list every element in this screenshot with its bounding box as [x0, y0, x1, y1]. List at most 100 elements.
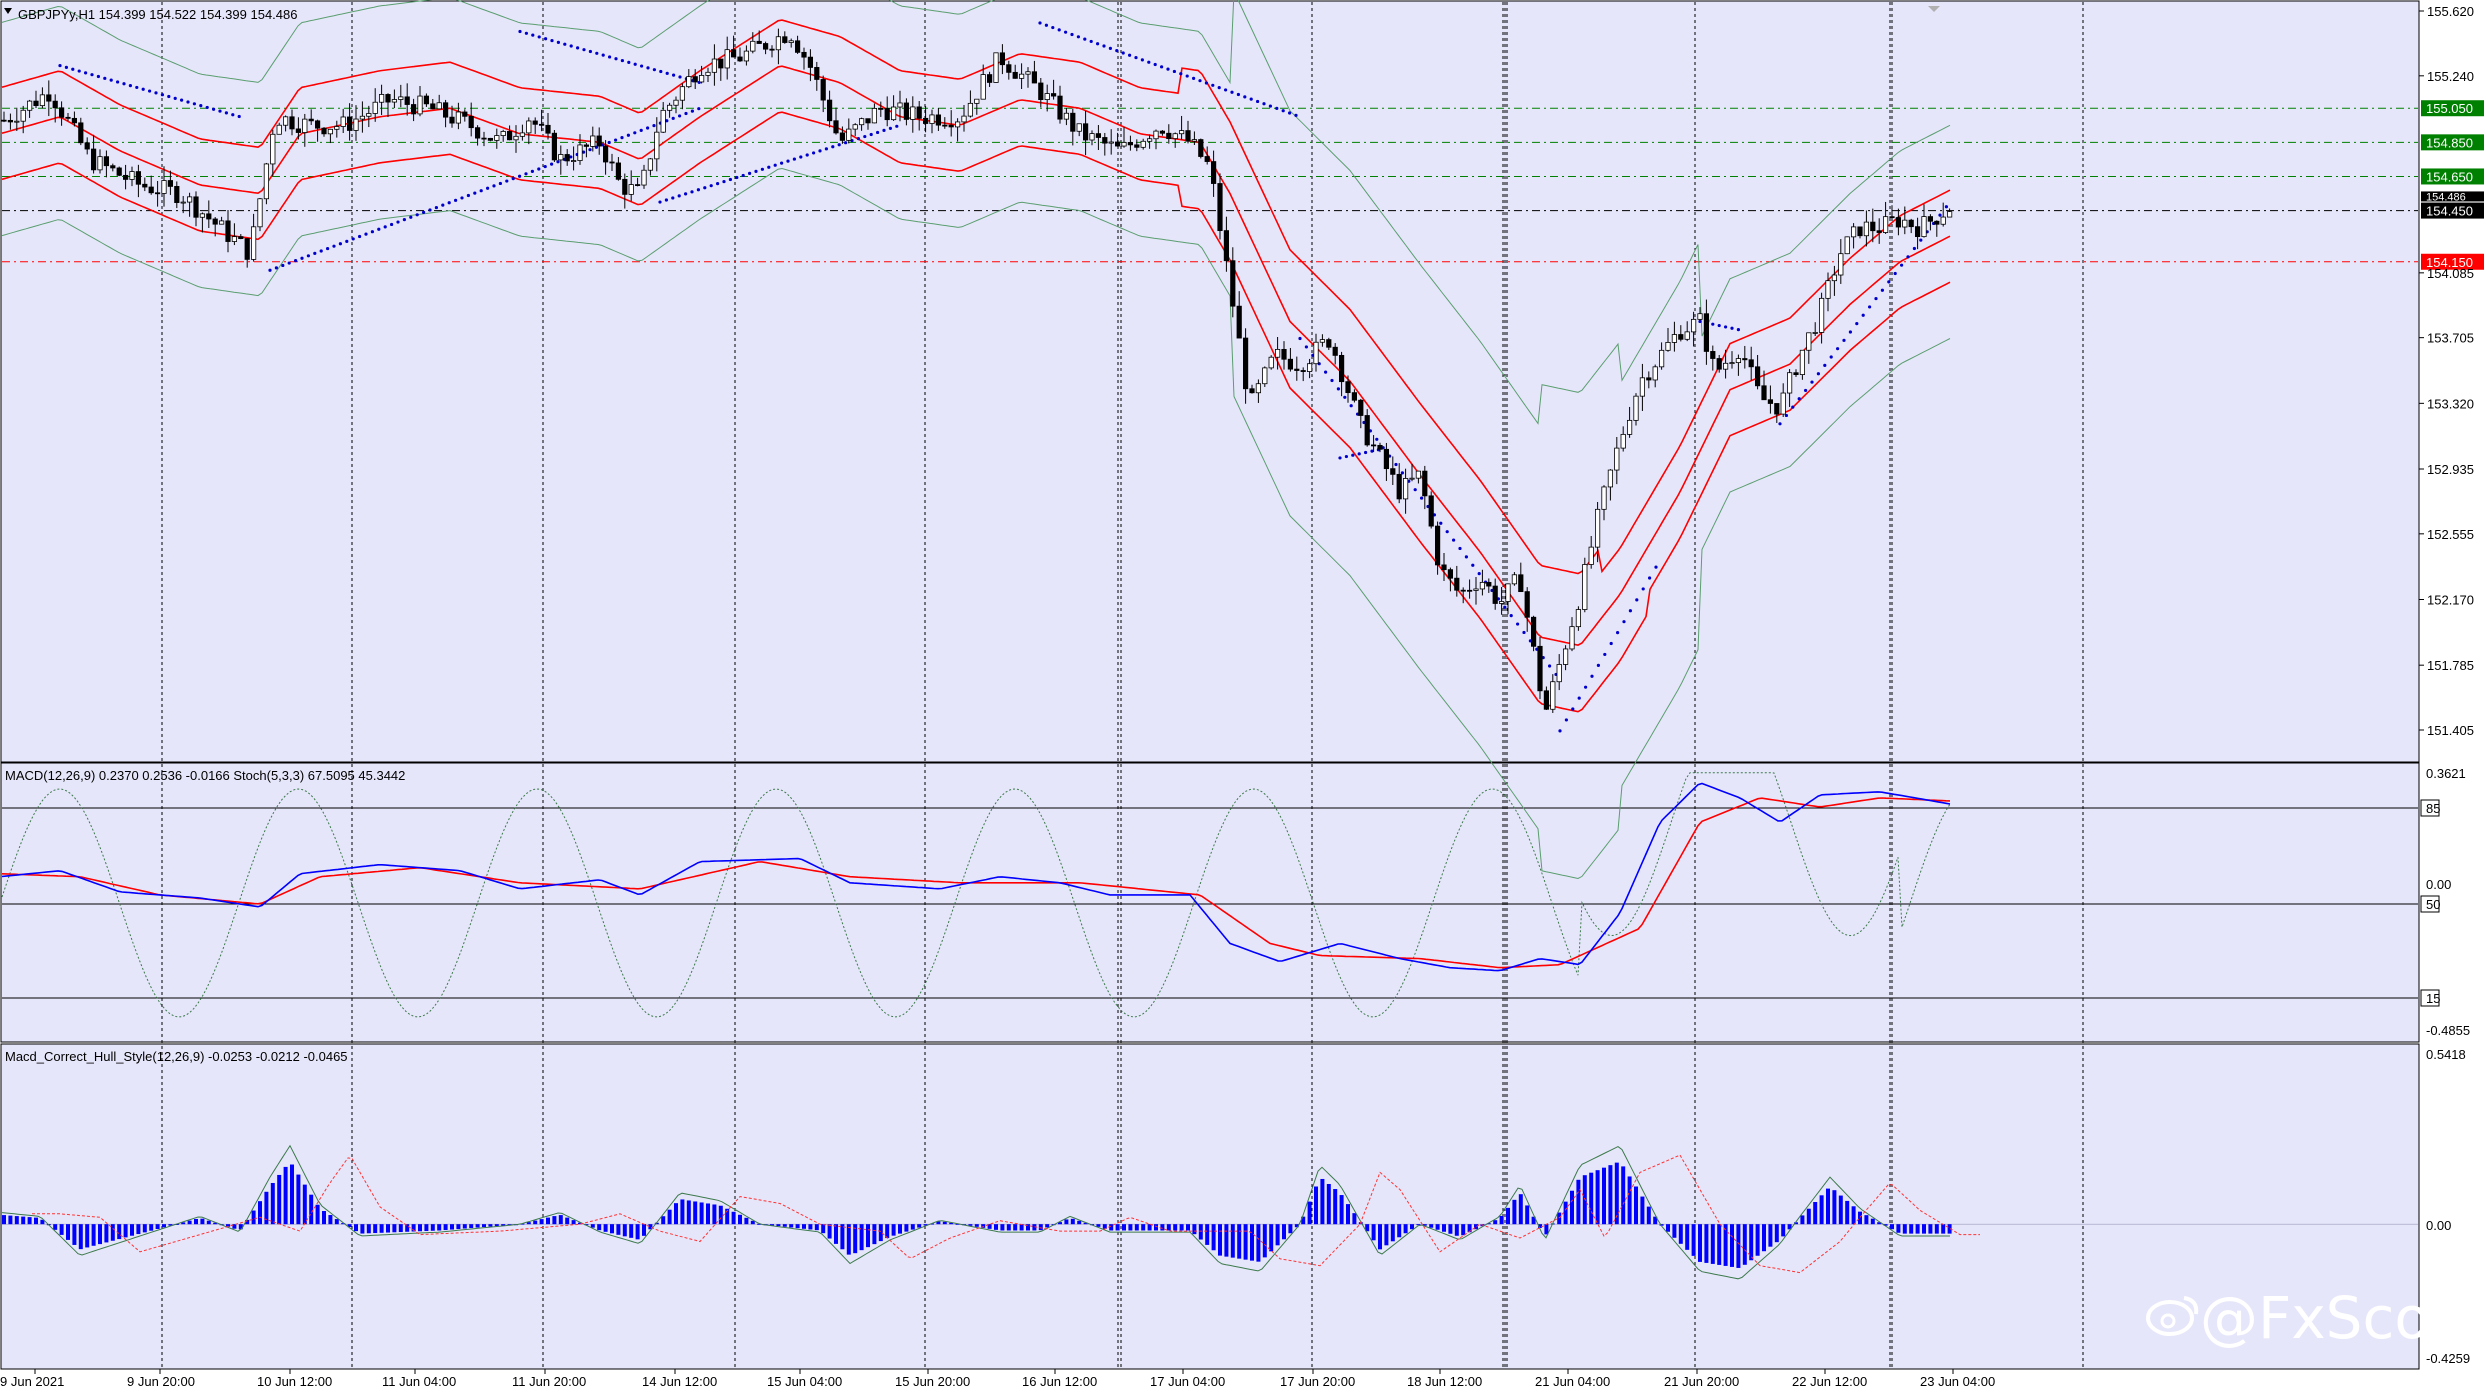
hull-histogram-bar	[904, 1224, 909, 1232]
hull-histogram-bar	[1570, 1190, 1574, 1225]
hull-histogram-bar	[1928, 1224, 1933, 1234]
parabolic-sar-dot	[1153, 62, 1157, 67]
candle[interactable]	[263, 162, 270, 205]
price-tick-label: 152.170	[2427, 593, 2474, 608]
candle[interactable]	[257, 197, 263, 232]
hull-histogram-bar	[910, 1224, 915, 1230]
candle[interactable]	[551, 129, 558, 162]
hull-histogram-bar	[1518, 1194, 1523, 1225]
parabolic-sar-dot	[1211, 83, 1215, 87]
parabolic-sar-dot	[595, 51, 599, 55]
parabolic-sar-dot	[754, 169, 758, 173]
parabolic-sar-dot	[1324, 370, 1328, 374]
hull-histogram-bar	[693, 1201, 698, 1225]
candle[interactable]	[993, 52, 999, 83]
parabolic-sar-dot	[1584, 685, 1588, 689]
parabolic-sar-dot	[141, 87, 145, 91]
hull-histogram-bar	[1512, 1199, 1517, 1225]
hull-histogram-bar	[1250, 1224, 1254, 1261]
candle[interactable]	[1268, 355, 1274, 370]
hull-histogram-bar	[1730, 1224, 1734, 1267]
candle[interactable]	[1428, 491, 1434, 529]
candle[interactable]	[1582, 557, 1588, 613]
parabolic-sar-dot	[479, 189, 483, 193]
hull-histogram-bar	[795, 1224, 800, 1229]
candle[interactable]	[1262, 366, 1268, 387]
hull-histogram-bar	[1819, 1195, 1824, 1225]
hull-histogram-bar	[302, 1184, 307, 1225]
hull-histogram-bar	[846, 1224, 851, 1255]
candle[interactable]	[1198, 138, 1204, 159]
hull-histogram-bar	[1192, 1224, 1197, 1235]
price-level-label: 154.450	[2426, 204, 2473, 219]
time-label: 11 Jun 20:00	[512, 1374, 586, 1389]
parabolic-sar-dot	[1900, 263, 1904, 267]
candle[interactable]	[1531, 615, 1537, 652]
parabolic-sar-dot	[608, 55, 612, 59]
parabolic-sar-dot	[294, 259, 298, 263]
watermark-text: @FxScotty	[2200, 1284, 2486, 1352]
parabolic-sar-dot	[690, 190, 694, 194]
hull-histogram-bar	[136, 1224, 141, 1235]
hull-histogram-bar	[1723, 1224, 1728, 1266]
hull-histogram-bar	[1666, 1224, 1670, 1232]
candle[interactable]	[1537, 636, 1543, 700]
candle[interactable]	[1633, 393, 1639, 426]
parabolic-sar-dot	[684, 192, 688, 196]
parabolic-sar-dot	[677, 194, 681, 198]
parabolic-sar-dot	[1089, 39, 1093, 44]
parabolic-sar-dot	[1236, 92, 1240, 97]
candle[interactable]	[1217, 173, 1223, 240]
price-tick-label: 155.620	[2427, 4, 2474, 19]
hull-histogram-bar	[1128, 1224, 1133, 1231]
price-level-label: 154.650	[2426, 169, 2473, 184]
hull-histogram-bar	[1646, 1206, 1651, 1225]
parabolic-sar-dot	[652, 123, 656, 128]
parabolic-sar-dot	[199, 104, 203, 108]
parabolic-sar-dot	[678, 114, 682, 118]
hull-histogram-bar	[1589, 1172, 1594, 1225]
hull-histogram-bar	[1410, 1224, 1414, 1230]
parabolic-sar-dot	[135, 85, 139, 90]
hull-histogram-bar	[834, 1224, 838, 1244]
parabolic-sar-dot	[154, 91, 158, 95]
main-price-panel[interactable]	[0, 0, 2420, 763]
parabolic-sar-dot	[640, 64, 644, 68]
parabolic-sar-dot	[888, 126, 893, 130]
hull-histogram-bar	[187, 1220, 192, 1225]
hull-histogram-bar	[635, 1224, 640, 1240]
hull-histogram-bar	[1806, 1208, 1811, 1225]
parabolic-sar-dot	[1343, 395, 1347, 399]
parabolic-sar-dot	[351, 237, 355, 241]
candle[interactable]	[1844, 236, 1850, 255]
hull-histogram-bar	[1781, 1224, 1786, 1237]
parabolic-sar-dot	[524, 31, 529, 35]
parabolic-sar-dot	[1912, 246, 1916, 251]
parabolic-sar-dot	[792, 157, 797, 161]
parabolic-sar-dot	[402, 218, 406, 222]
hull-histogram-bar	[360, 1224, 365, 1234]
hull-histogram-bar	[53, 1224, 58, 1230]
parabolic-sar-dot	[287, 261, 291, 265]
hull-histogram-bar	[98, 1224, 102, 1245]
time-label: 18 Jun 12:00	[1407, 1374, 1482, 1389]
parabolic-sar-dot	[767, 165, 771, 169]
hull-histogram-bar	[814, 1224, 819, 1231]
parabolic-sar-dot	[805, 153, 809, 157]
candle[interactable]	[116, 166, 122, 177]
mt4-chart-window[interactable]: 155.050 154.850 154.650 154.450 154.150 155.6…	[0, 0, 2486, 1391]
parabolic-sar-dot	[1842, 338, 1846, 342]
time-label: 15 Jun 20:00	[895, 1374, 970, 1389]
hull-histogram-bar	[661, 1216, 666, 1225]
macd-header-text: MACD(12,26,9) 0.2370 0.2536 -0.0166 Stoc…	[5, 768, 405, 783]
hull-histogram-bar	[1870, 1218, 1875, 1225]
parabolic-sar-dot	[1249, 97, 1253, 101]
hull-histogram-bar	[718, 1205, 723, 1225]
hull-histogram-bar	[1288, 1224, 1293, 1234]
parabolic-sar-dot	[1804, 388, 1808, 393]
gbpjpy-h1-chart[interactable]: 155.050154.850154.650154.450154.150155.6…	[0, 0, 2486, 1391]
hull-histogram-bar	[629, 1224, 634, 1238]
parabolic-sar-dot	[1204, 81, 1208, 85]
hull-macd-panel[interactable]	[0, 1043, 2420, 1370]
hull-histogram-bar	[1429, 1224, 1434, 1228]
